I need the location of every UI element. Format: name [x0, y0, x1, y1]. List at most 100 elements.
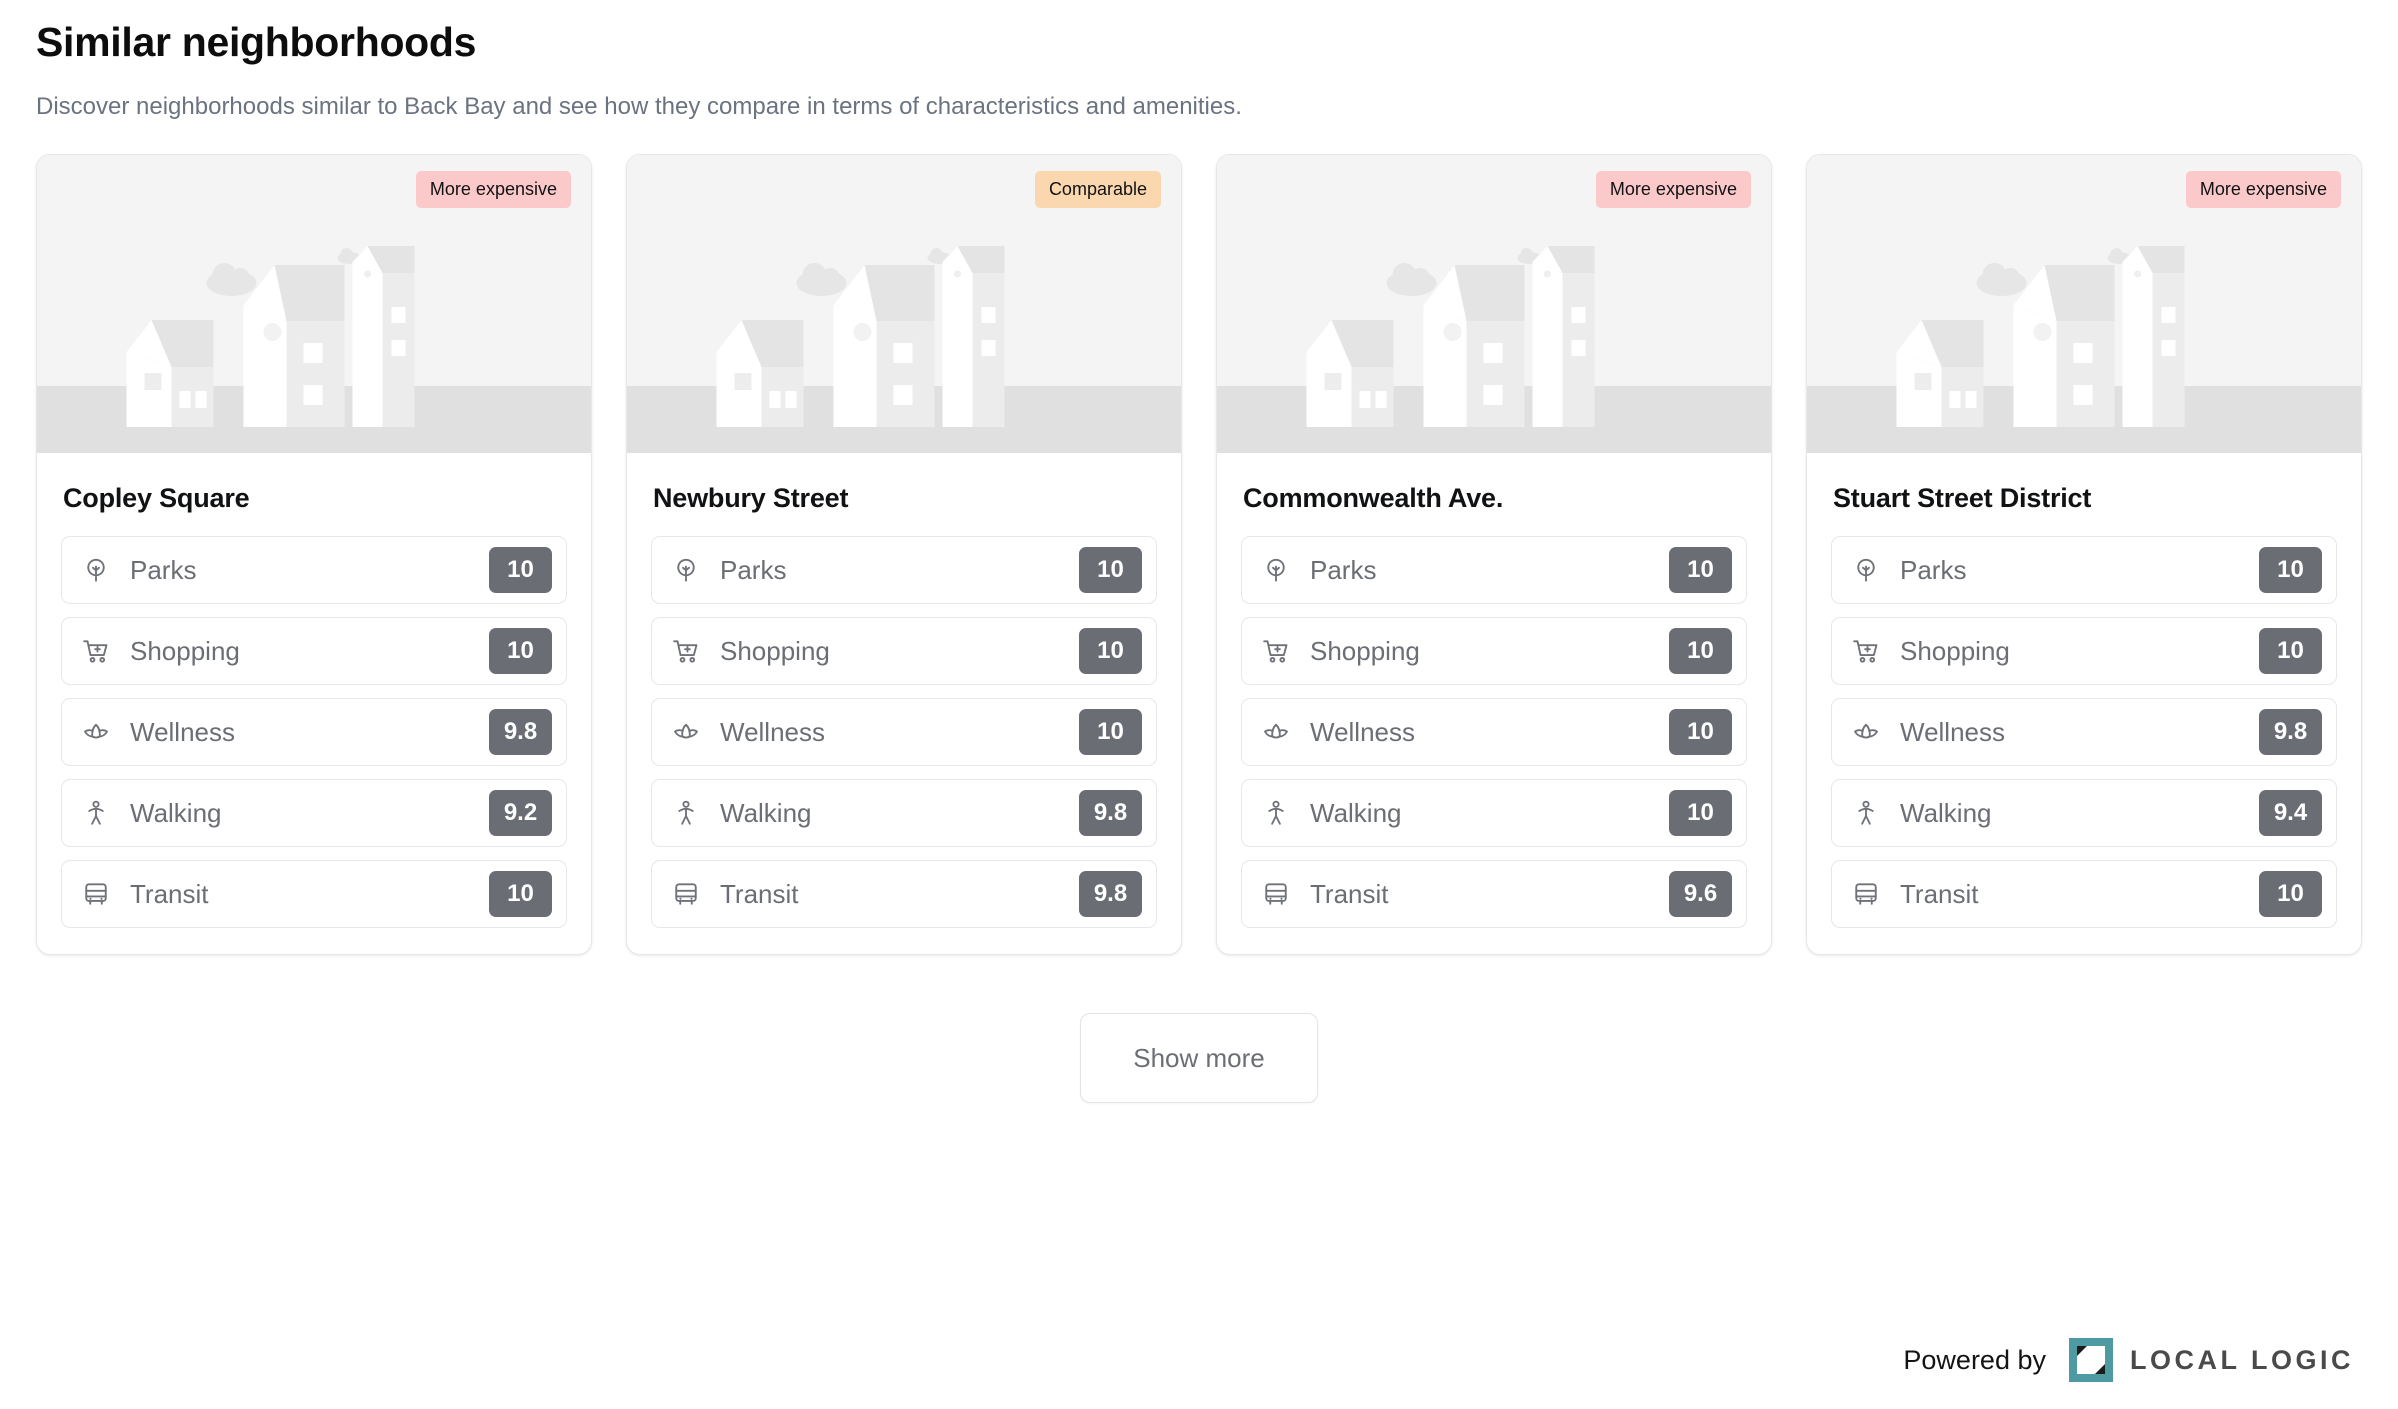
transit-icon	[670, 878, 702, 910]
neighborhood-card[interactable]: More expensive Copley Square Parks 10 Shoppi…	[36, 154, 592, 956]
shopping-icon	[80, 635, 112, 667]
neighborhood-card[interactable]: More expensive Commonwealth Ave. Parks 10 Sh…	[1216, 154, 1772, 956]
parks-icon	[677, 559, 695, 582]
metric-row[interactable]: Wellness 9.8	[1831, 698, 2337, 767]
local-logic-logo: LOCAL LOGIC	[2068, 1337, 2354, 1383]
metric-identity: Shopping	[1260, 635, 1420, 667]
walking-icon	[1260, 797, 1292, 829]
walking-icon	[88, 801, 104, 826]
metric-identity: Wellness	[1850, 716, 2005, 748]
metric-label: Parks	[130, 555, 197, 586]
metric-identity: Parks	[80, 554, 196, 586]
metric-label: Walking	[130, 798, 222, 829]
metric-label: Transit	[1310, 879, 1389, 910]
metric-row[interactable]: Walking 9.8	[651, 779, 1157, 848]
neighborhood-card[interactable]: More expensive Stuart Street District Park…	[1806, 154, 2362, 956]
card-title: Stuart Street District	[1833, 483, 2092, 514]
wellness-icon	[1260, 716, 1292, 748]
card-body: Copley Square Parks 10 Shopping 10 Wellness 9.…	[37, 453, 591, 954]
show-more-container: Show more	[0, 1013, 2398, 1104]
metric-label: Parks	[1310, 555, 1377, 586]
transit-icon	[1265, 883, 1287, 906]
walking-icon	[670, 797, 702, 829]
price-comparison-badge: Comparable	[1034, 171, 1161, 209]
local-logic-mark-icon	[2069, 1338, 2113, 1382]
metric-row[interactable]: Parks 10	[651, 536, 1157, 605]
metric-score-chip: 10	[2259, 628, 2322, 675]
metric-list: Parks 10 Shopping 10 Wellness 9.8 Walking 9.4 Tr…	[1831, 536, 2337, 929]
card-body: Commonwealth Ave. Parks 10 Shopping 10 Wellne…	[1217, 453, 1771, 954]
metric-score-chip: 10	[489, 871, 552, 918]
wellness-icon	[1854, 724, 1878, 739]
metric-identity: Walking	[1260, 797, 1402, 829]
metric-score-chip: 10	[2259, 547, 2322, 594]
metric-score-chip: 10	[1669, 790, 1732, 837]
metric-identity: Parks	[670, 554, 786, 586]
metric-row[interactable]: Wellness 9.8	[61, 698, 567, 767]
metric-label: Wellness	[1310, 717, 1416, 748]
wellness-icon	[1264, 724, 1288, 739]
show-more-button[interactable]: Show more	[1080, 1013, 1318, 1104]
metric-row[interactable]: Wellness 10	[1241, 698, 1747, 767]
metric-identity: Shopping	[1850, 635, 2010, 667]
metric-row[interactable]: Shopping 10	[1831, 617, 2337, 686]
neighborhood-card-grid: More expensive Copley Square Parks 10 Shoppi…	[0, 122, 2398, 956]
metric-identity: Transit	[80, 878, 209, 910]
shopping-icon	[670, 635, 702, 667]
metric-row[interactable]: Shopping 10	[61, 617, 567, 686]
metric-score-chip: 10	[1079, 709, 1142, 756]
metric-identity: Walking	[670, 797, 812, 829]
price-comparison-badge: More expensive	[415, 171, 571, 209]
metric-identity: Transit	[670, 878, 799, 910]
metric-row[interactable]: Parks 10	[1241, 536, 1747, 605]
metric-score-chip: 10	[1079, 547, 1142, 594]
metric-label: Transit	[130, 879, 209, 910]
shopping-icon	[83, 640, 108, 663]
metric-score-chip: 10	[1079, 628, 1142, 675]
metric-row[interactable]: Wellness 10	[651, 698, 1157, 767]
metric-identity: Shopping	[80, 635, 240, 667]
card-title: Commonwealth Ave.	[1243, 483, 1504, 514]
metric-identity: Wellness	[670, 716, 825, 748]
metric-row[interactable]: Walking 9.2	[61, 779, 567, 848]
metric-label: Shopping	[720, 636, 830, 667]
metric-identity: Parks	[1260, 554, 1376, 586]
metric-score-chip: 9.4	[2259, 790, 2322, 837]
metric-list: Parks 10 Shopping 10 Wellness 10 Walking 10 Tran…	[1241, 536, 1747, 929]
metric-row[interactable]: Shopping 10	[1241, 617, 1747, 686]
walking-icon	[1850, 797, 1882, 829]
local-logic-wordmark: LOCAL LOGIC	[2130, 1344, 2354, 1375]
neighborhood-card[interactable]: Comparable Newbury Street Parks 10 Shopping 1…	[626, 154, 1182, 956]
metric-score-chip: 9.8	[489, 709, 552, 756]
metric-label: Transit	[720, 879, 799, 910]
metric-label: Shopping	[130, 636, 240, 667]
powered-by-footer: Powered by LOCAL LOGIC	[1903, 1337, 2354, 1383]
metric-row[interactable]: Transit 9.6	[1241, 860, 1747, 929]
transit-icon	[1260, 878, 1292, 910]
metric-score-chip: 9.6	[1669, 871, 1732, 918]
metric-label: Walking	[1310, 798, 1402, 829]
similar-neighborhoods-page: Similar neighborhoods Discover neighborh…	[0, 0, 2398, 1409]
metric-row[interactable]: Walking 10	[1241, 779, 1747, 848]
parks-icon	[1857, 559, 1875, 582]
metric-score-chip: 10	[2259, 871, 2322, 918]
metric-row[interactable]: Transit 10	[61, 860, 567, 929]
parks-icon	[87, 559, 105, 582]
parks-icon	[670, 554, 702, 586]
metric-row[interactable]: Walking 9.4	[1831, 779, 2337, 848]
metric-label: Wellness	[720, 717, 826, 748]
metric-row[interactable]: Transit 9.8	[651, 860, 1157, 929]
metric-row[interactable]: Parks 10	[1831, 536, 2337, 605]
metric-identity: Wellness	[80, 716, 235, 748]
metric-row[interactable]: Shopping 10	[651, 617, 1157, 686]
card-body: Newbury Street Parks 10 Shopping 10 Wellness 1…	[627, 453, 1181, 954]
metric-row[interactable]: Transit 10	[1831, 860, 2337, 929]
wellness-icon	[674, 724, 698, 739]
card-title: Copley Square	[63, 483, 250, 514]
transit-icon	[85, 883, 107, 906]
metric-identity: Parks	[1850, 554, 1966, 586]
shopping-icon	[1260, 635, 1292, 667]
wellness-icon	[84, 724, 108, 739]
metric-row[interactable]: Parks 10	[61, 536, 567, 605]
walking-icon	[1268, 801, 1284, 826]
